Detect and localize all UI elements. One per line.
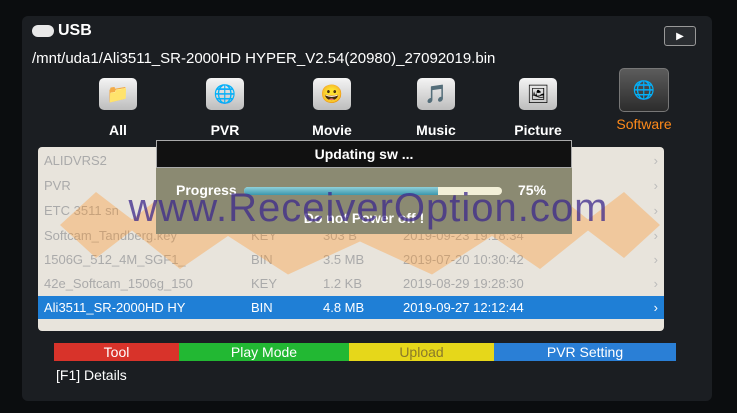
upload-button[interactable]: Upload xyxy=(349,343,494,361)
tool-button[interactable]: Tool xyxy=(54,343,179,361)
category-label: Music xyxy=(416,122,456,138)
watermark-text: www.ReceiverOption.com xyxy=(128,186,609,230)
category-label: Movie xyxy=(312,122,352,138)
category-label: All xyxy=(109,122,127,138)
music-icon: 🎵 xyxy=(417,78,455,110)
title-label: USB xyxy=(58,22,92,39)
category-pvr[interactable]: 🌐 PVR xyxy=(177,78,273,138)
category-picture[interactable]: 🖼 Picture xyxy=(490,78,586,138)
file-size: 1.2 KB xyxy=(323,276,363,291)
category-label: Software xyxy=(616,116,672,132)
chevron-right-icon: › xyxy=(653,300,658,315)
file-type: BIN xyxy=(251,300,273,315)
folder-icon: 📁 xyxy=(99,78,137,110)
file-type: KEY xyxy=(251,276,278,291)
file-name: ALIDVRS2 xyxy=(44,153,107,168)
file-row[interactable]: 42e_Softcam_1506g_150 KEY 1.2 KB 2019-08… xyxy=(38,272,664,295)
category-label: PVR xyxy=(210,122,240,138)
window-title: USB xyxy=(32,22,92,40)
category-movie[interactable]: 😀 Movie xyxy=(284,78,380,138)
category-all[interactable]: 📁 All xyxy=(70,78,166,138)
file-date: 2019-09-27 12:12:44 xyxy=(403,300,524,315)
file-name: Ali3511_SR-2000HD HY xyxy=(44,300,186,315)
chevron-right-icon: › xyxy=(653,276,658,291)
category-label: Picture xyxy=(514,122,562,138)
file-size: 4.8 MB xyxy=(323,300,365,315)
color-key-bar: Tool Play Mode Upload PVR Setting xyxy=(54,343,676,361)
play-button[interactable]: ▶ xyxy=(664,26,696,46)
software-icon: 🌐 xyxy=(619,68,669,112)
chevron-right-icon: › xyxy=(653,153,658,168)
category-software[interactable]: 🌐 Software xyxy=(596,68,692,132)
file-row[interactable]: 1506G_512_4M_SGF1_ BIN 3.5 MB 2019-07-20… xyxy=(38,248,664,271)
details-hint: [F1] Details xyxy=(56,367,127,383)
file-path: /mnt/uda1/Ali3511_SR-2000HD HYPER_V2.54(… xyxy=(32,50,496,67)
pvr-icon: 🌐 xyxy=(206,78,244,110)
file-date: 2019-08-29 19:28:30 xyxy=(403,276,524,291)
usb-icon xyxy=(32,25,54,37)
file-row-selected[interactable]: Ali3511_SR-2000HD HY BIN 4.8 MB 2019-09-… xyxy=(38,296,664,319)
dialog-title: Updating sw ... xyxy=(156,140,572,168)
picture-icon: 🖼 xyxy=(519,78,557,110)
movie-icon: 😀 xyxy=(313,78,351,110)
chevron-right-icon: › xyxy=(653,252,658,267)
pvr-setting-button[interactable]: PVR Setting xyxy=(494,343,676,361)
play-mode-button[interactable]: Play Mode xyxy=(179,343,349,361)
file-name: 42e_Softcam_1506g_150 xyxy=(44,276,193,291)
category-music[interactable]: 🎵 Music xyxy=(388,78,484,138)
